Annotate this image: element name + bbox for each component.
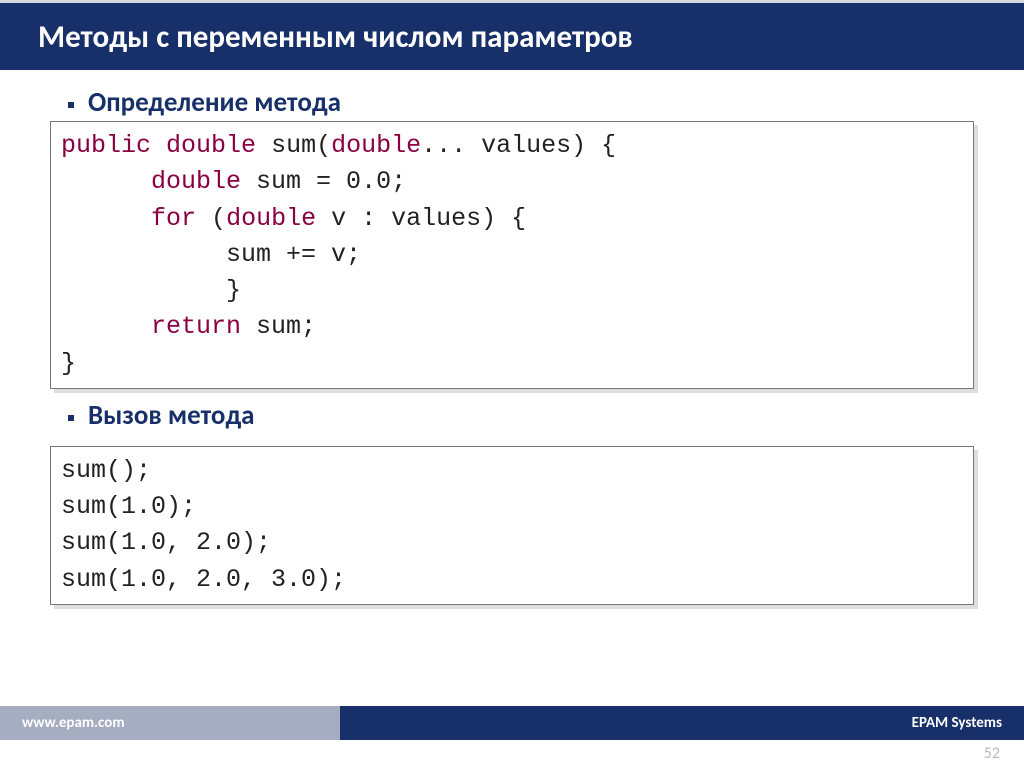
txt: sum(1.0, 2.0, 3.0); — [61, 565, 346, 594]
footer: www.epam.com EPAM Systems — [0, 706, 1024, 740]
txt: sum( — [271, 131, 331, 160]
kw: public — [61, 131, 151, 160]
code-block-2: sum(); sum(1.0); sum(1.0, 2.0); sum(1.0,… — [50, 446, 974, 605]
code-content: sum(); sum(1.0); sum(1.0, 2.0); sum(1.0,… — [50, 446, 974, 605]
bullet-icon — [68, 102, 74, 108]
content-area: Определение метода public double sum(dou… — [0, 70, 1024, 605]
header-bar: Методы с переменным числом параметров — [0, 0, 1024, 70]
footer-left: www.epam.com — [0, 706, 340, 740]
bullet-row: Вызов метода — [68, 399, 974, 432]
code-block-1: public double sum(double... values) { do… — [50, 121, 974, 389]
txt: sum(); — [61, 456, 151, 485]
code-content: public double sum(double... values) { do… — [50, 121, 974, 389]
txt: sum(1.0, 2.0); — [61, 528, 271, 557]
page-number: 52 — [984, 744, 1000, 763]
kw: double — [166, 131, 256, 160]
bullet-label: Вызов метода — [88, 399, 255, 432]
txt: ( — [211, 204, 226, 233]
kw: double — [331, 131, 421, 160]
txt: sum += v; — [226, 240, 361, 269]
txt: } — [61, 349, 76, 378]
bullet-label: Определение метода — [88, 86, 341, 119]
kw: double — [151, 167, 241, 196]
kw: double — [226, 204, 316, 233]
txt: sum; — [256, 312, 316, 341]
txt: sum = 0.0; — [256, 167, 406, 196]
txt: } — [226, 276, 241, 305]
bullet-icon — [68, 415, 74, 421]
txt: v : values) { — [331, 204, 526, 233]
kw: return — [151, 312, 241, 341]
txt: ... values) { — [421, 131, 616, 160]
txt: sum(1.0); — [61, 492, 196, 521]
footer-right: EPAM Systems — [340, 706, 1024, 740]
slide-title: Методы с переменным числом параметров — [38, 18, 633, 56]
kw: for — [151, 204, 196, 233]
bullet-row: Определение метода — [68, 86, 974, 119]
slide: Методы с переменным числом параметров Оп… — [0, 0, 1024, 768]
